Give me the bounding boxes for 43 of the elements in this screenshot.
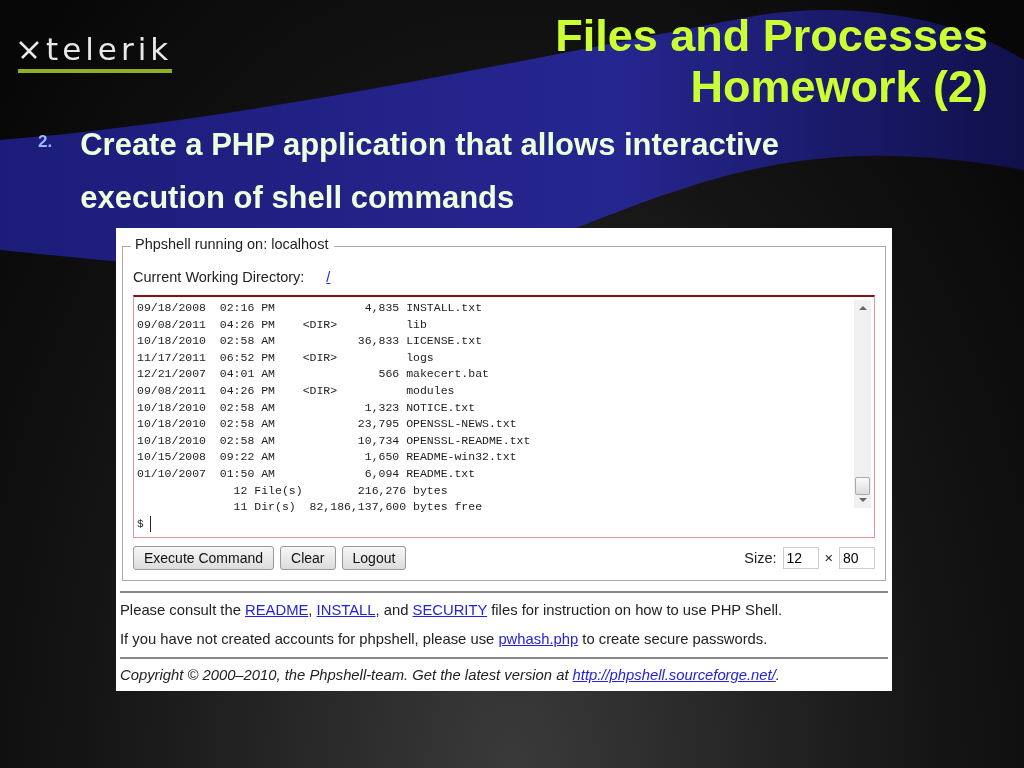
copyright-text: Copyright © 2000–2010, the Phpshell-team. Get the latest version at http://phpshell.sourceforge.net/.: [120, 666, 781, 685]
scrollbar[interactable]: [854, 300, 871, 508]
slide-title: Files and Processes: [555, 10, 988, 61]
shell-button[interactable]: Clear: [280, 546, 336, 570]
output-line: 10/15/2008 09:22 AM 1,650 README-win32.txt: [137, 449, 518, 466]
prompt-text: $: [137, 518, 144, 530]
link[interactable]: pwhash.php: [498, 631, 579, 647]
cwd-label: Current Working Directory:: [133, 269, 305, 285]
output-line: 09/08/2011 04:26 PM <DIR> lib: [137, 316, 428, 333]
bullet-number: 2.: [38, 132, 53, 152]
link[interactable]: INSTALL: [316, 602, 376, 618]
output-line: 10/18/2010 02:58 AM 10,734 OPENSSL-README.txt: [137, 432, 532, 449]
link[interactable]: http://phpshell.sourceforge.net/: [572, 667, 776, 683]
output-line: 10/18/2010 02:58 AM 23,795 OPENSSL-NEWS.txt: [137, 416, 518, 433]
logo-text: telerik: [46, 34, 173, 65]
output-line: 09/18/2008 02:16 PM 4,835 INSTALL.txt: [137, 300, 484, 316]
info-paragraph: If you have not created accounts for phpshell, please use pwhash.php to create secure passwords.: [120, 630, 769, 649]
size-label: Size:: [744, 550, 777, 566]
cols-field[interactable]: 80: [839, 547, 875, 569]
text-cursor: [149, 516, 151, 532]
scroll-thumb[interactable]: [855, 477, 870, 495]
output-line: 11/17/2011 06:52 PM <DIR> logs: [137, 349, 435, 366]
output-line: 10/18/2010 02:58 AM 1,323 NOTICE.txt: [137, 399, 477, 416]
output-line: 01/10/2007 01:50 AM 6,094 README.txt: [137, 465, 477, 482]
scroll-down-icon[interactable]: [858, 497, 867, 503]
output-line: 11 Dir(s) 82,186,137,600 bytes free: [232, 499, 484, 516]
link[interactable]: SECURITY: [412, 602, 488, 618]
output-line: 12 File(s) 216,276 bytes: [232, 482, 449, 499]
logo-icon: [18, 39, 40, 60]
info-paragraph: Please consult the README, INSTALL, and SECURITY files for instruction on how to use PHP Shell.: [120, 601, 784, 620]
output-line: 09/08/2011 04:26 PM <DIR> modules: [137, 382, 456, 399]
output-line: 12/21/2007 04:01 AM 566 makecert.bat: [137, 366, 490, 383]
slide-title: Homework (2): [690, 61, 988, 112]
rows-field[interactable]: 12: [782, 547, 819, 569]
output-area[interactable]: [133, 295, 875, 538]
bullet-text: Create a PHP application that allows interactive execution of shell commands: [80, 126, 781, 217]
shell-button[interactable]: Logout: [341, 546, 407, 570]
cwd-link[interactable]: /: [326, 269, 331, 285]
shell-button[interactable]: Execute Command: [133, 546, 275, 570]
scroll-up-icon[interactable]: [858, 305, 867, 311]
panel-legend: Phpshell running on: localhost: [131, 236, 335, 252]
output-line: 10/18/2010 02:58 AM 36,833 LICENSE.txt: [137, 333, 484, 350]
times-sign: ×: [824, 550, 833, 566]
